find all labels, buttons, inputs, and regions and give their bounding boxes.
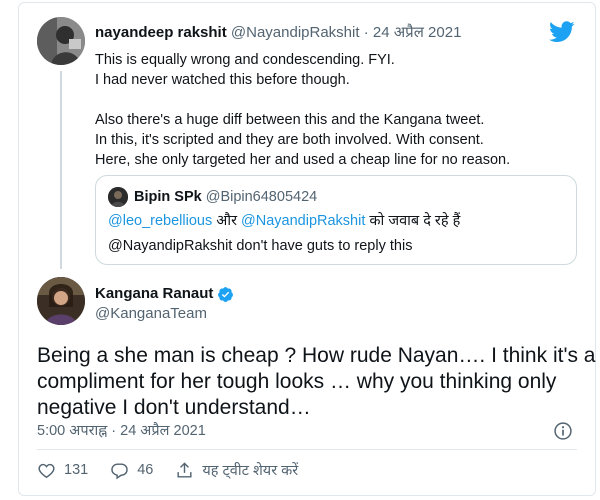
share-button[interactable]: यह ट्वीट शेयर करें [175,460,298,480]
divider [37,449,577,450]
main-author-name[interactable]: Kangana Ranaut [95,284,213,304]
context-tweet-date[interactable]: 24 अप्रैल 2021 [373,24,462,41]
context-tweet-header: nayandeep rakshit @NayandipRakshit · 24 … [95,23,461,43]
context-author-name[interactable]: nayandeep rakshit [95,24,227,41]
mention-text: @NayandipRakshit [108,238,233,254]
context-text-line: I had never watched this before though. [95,72,350,88]
reply-count: 46 [137,462,154,478]
verified-badge-icon [218,286,234,302]
quoted-reply-context: @leo_rebellious और @NayandipRakshit को ज… [108,211,460,231]
share-label: यह ट्वीट शेयर करें [202,463,299,479]
main-author-name-row: Kangana Ranaut [95,284,234,304]
reply-button[interactable]: 46 [110,461,153,480]
reply-icon [111,462,128,479]
quoted-tweet-text: @NayandipRakshit don't have guts to repl… [108,236,412,256]
quoted-tweet-header: Bipin SPk @Bipin64805424 [134,187,317,207]
reply-connector: और [212,213,242,229]
context-text-line: Also there's a huge diff between this an… [95,112,485,128]
context-text-line: In this, it's scripted and they are both… [95,132,484,148]
quoted-author-handle[interactable]: @Bipin64805424 [206,189,317,205]
context-tweet-text: This is equally wrong and condescending.… [95,50,575,170]
main-text-line: compliment for her tough looks … why you… [37,370,557,393]
like-button[interactable]: 131 [37,461,88,480]
thread-connector-line [60,71,62,269]
tweet-timestamp[interactable]: 5:00 अपराह्न · 24 अप्रैल 2021 [37,421,206,441]
quoted-tweet[interactable]: Bipin SPk @Bipin64805424 @leo_rebellious… [95,175,577,265]
context-text-line: Here, she only targeted her and used a c… [95,152,511,168]
reply-suffix: को जवाब दे रहे हैं [365,213,461,229]
like-count: 131 [64,462,89,478]
main-tweet-text: Being a she man is cheap ? How rude Naya… [37,343,596,421]
main-text-line: Being a she man is cheap ? How rude Naya… [37,344,596,367]
heart-icon [38,463,55,478]
header-separator: · [363,24,369,41]
main-author-avatar[interactable] [37,277,85,325]
context-author-avatar[interactable] [37,17,85,65]
main-author-handle[interactable]: @KanganaTeam [95,304,207,324]
action-bar: 131 46 यह ट्वीट शेयर करें [37,459,320,481]
mention-link[interactable]: @leo_rebellious [108,213,212,229]
quoted-author-name[interactable]: Bipin SPk [134,189,202,205]
tweet-embed-card: nayandeep rakshit @NayandipRakshit · 24 … [18,2,596,496]
quoted-author-avatar[interactable] [108,187,128,207]
main-text-line: negative I don't understand… [37,396,311,419]
share-icon [177,461,192,478]
context-author-handle[interactable]: @NayandipRakshit [231,24,360,41]
twitter-bird-icon[interactable] [549,21,575,43]
context-text-line: This is equally wrong and condescending.… [95,52,395,68]
mention-link[interactable]: @NayandipRakshit [241,213,365,229]
info-icon[interactable] [553,421,573,441]
quoted-body-text: don't have guts to reply this [232,238,413,254]
